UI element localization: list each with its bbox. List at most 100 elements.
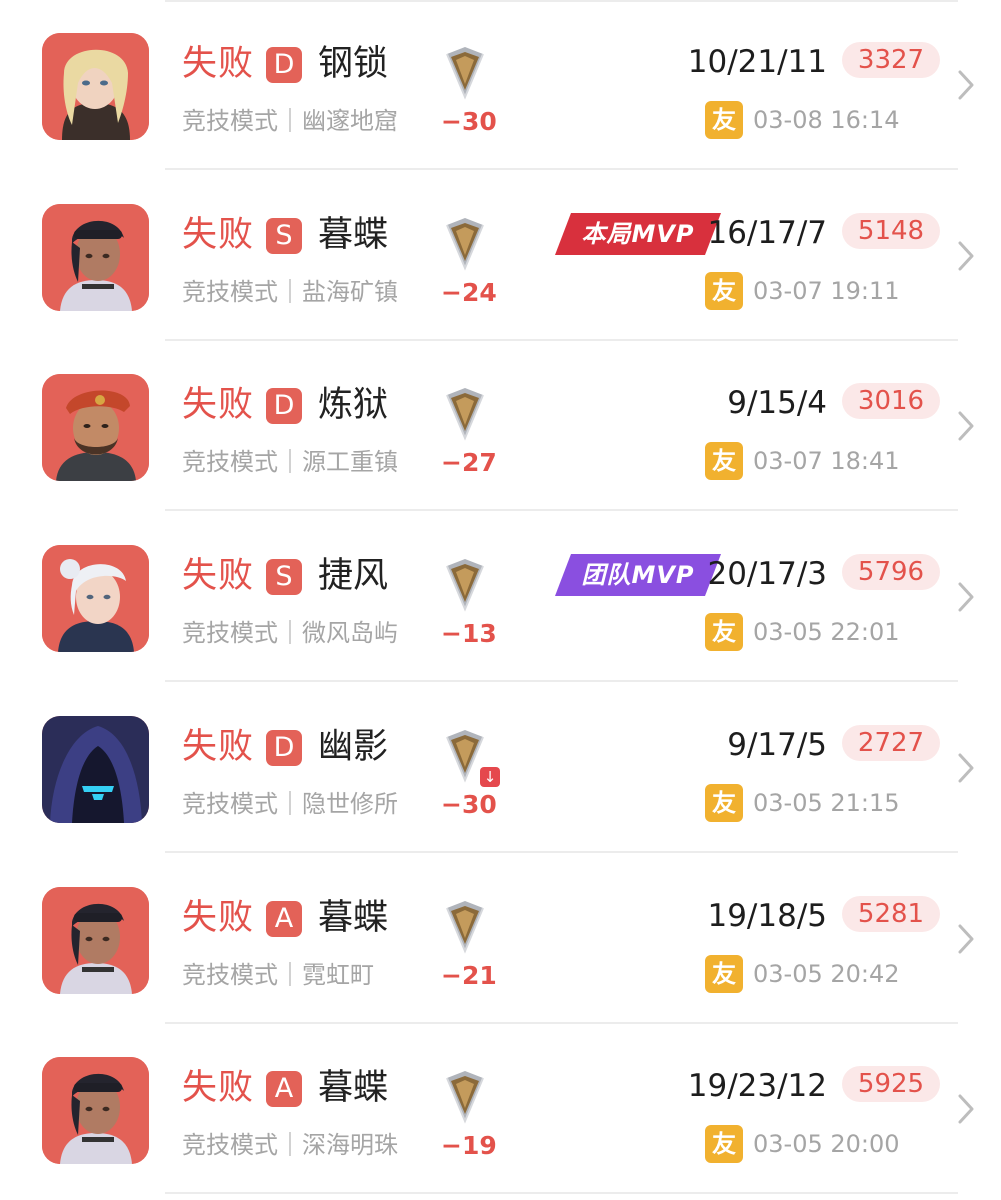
friend-badge: 友 <box>705 271 743 310</box>
match-row[interactable]: 失败 S 捷风竞技模式｜微风岛屿 −13 团队MVP 20/17/3 5796 友 03-05 … <box>0 512 1001 683</box>
grade-badge: S <box>266 217 302 254</box>
agent-avatar <box>42 545 149 653</box>
friend-badge: 友 <box>705 783 743 822</box>
kda: 19/23/12 <box>687 1068 827 1105</box>
chevron-right-icon[interactable] <box>956 239 976 273</box>
rank-delta: −30 <box>441 789 497 819</box>
score-badge: 2727 <box>842 724 940 761</box>
chevron-right-icon[interactable] <box>956 409 976 443</box>
chevron-right-icon[interactable] <box>956 580 976 614</box>
friend-badge: 友 <box>705 613 743 652</box>
row-divider <box>165 168 958 170</box>
kda: 9/17/5 <box>727 726 827 763</box>
match-time: 03-07 19:11 <box>753 276 900 305</box>
kda: 20/17/3 <box>707 556 827 593</box>
score-badge: 3327 <box>842 42 940 78</box>
rank-delta: −21 <box>441 960 497 990</box>
match-time: 03-08 16:14 <box>753 106 900 134</box>
kda: 9/15/4 <box>727 385 827 422</box>
match-result: 失败 <box>182 214 255 255</box>
kda: 16/17/7 <box>707 214 827 251</box>
chevron-right-icon[interactable] <box>956 68 976 102</box>
match-time: 03-05 22:01 <box>753 618 900 647</box>
score-badge: 5281 <box>842 895 940 932</box>
rank-delta: −19 <box>441 1131 497 1161</box>
match-row[interactable]: 失败 D 炼狱 竞技模式｜源工重镇 −27 9/15/4 3016 友 03-07 18:41 <box>0 341 1001 512</box>
kda: 19/18/5 <box>707 897 827 934</box>
rank-badge-icon <box>441 44 489 100</box>
grade-badge: D <box>266 729 302 766</box>
mvp-badge: 团队MVP <box>553 552 723 598</box>
mode-map: 竞技模式｜深海明珠 <box>182 1131 398 1160</box>
mode-map: 竞技模式｜霓虹町 <box>182 960 374 989</box>
mode-map: 竞技模式｜盐海矿镇 <box>182 277 398 306</box>
match-result: 失败 <box>182 1068 255 1109</box>
agent-avatar <box>42 886 149 994</box>
agent-name: 暮蝶 <box>318 1068 389 1109</box>
agent-name: 暮蝶 <box>318 214 389 255</box>
match-time: 03-07 18:41 <box>753 447 900 476</box>
agent-name: 钢锁 <box>318 44 389 84</box>
rank-badge-icon <box>441 556 489 612</box>
rank-delta: −27 <box>441 448 497 478</box>
score-badge: 5796 <box>842 554 940 591</box>
score-badge: 5148 <box>842 212 940 249</box>
agent-avatar <box>42 33 149 140</box>
chevron-right-icon[interactable] <box>956 1092 976 1126</box>
friend-badge: 友 <box>705 954 743 993</box>
score-badge: 5925 <box>842 1066 940 1103</box>
rank-delta: −30 <box>441 107 497 136</box>
friend-badge: 友 <box>705 442 743 481</box>
mode-map: 竞技模式｜微风岛屿 <box>182 619 398 648</box>
row-divider <box>165 1021 958 1024</box>
rank-badge-icon <box>441 1068 489 1124</box>
score-badge: 3016 <box>842 383 940 420</box>
grade-badge: S <box>266 559 302 596</box>
kda: 10/21/11 <box>687 44 827 80</box>
match-row[interactable]: 失败 S 暮蝶竞技模式｜盐海矿镇 −24 本局MVP 16/17/7 5148 友 03-07 … <box>0 171 1001 341</box>
rank-delta: −13 <box>441 619 497 649</box>
rank-badge-icon <box>441 215 489 271</box>
mode-map: 竞技模式｜幽邃地窟 <box>182 107 398 135</box>
match-row[interactable]: 失败 A 暮蝶竞技模式｜深海明珠 −19 19/23/12 5925 友 03-05 20:0… <box>0 1024 1001 1195</box>
match-result: 失败 <box>182 385 255 426</box>
mvp-label: 团队MVP <box>581 561 695 590</box>
chevron-right-icon[interactable] <box>956 751 976 785</box>
agent-avatar <box>42 374 149 482</box>
rank-badge-icon <box>441 385 489 441</box>
mvp-label: 本局MVP <box>581 219 695 248</box>
agent-name: 暮蝶 <box>318 897 389 938</box>
match-time: 03-05 20:42 <box>753 959 900 988</box>
agent-name: 炼狱 <box>318 385 389 426</box>
row-divider <box>165 509 958 512</box>
match-row[interactable]: 失败 D 钢锁竞技模式｜幽邃地窟 −30 10/21/11 3327 友 03-08 16:1… <box>0 0 1001 170</box>
grade-badge: D <box>266 388 302 425</box>
rank-badge-icon <box>441 898 489 954</box>
row-divider <box>165 850 958 853</box>
agent-name: 幽影 <box>318 726 389 767</box>
grade-badge: A <box>266 1071 302 1108</box>
agent-avatar <box>42 715 149 823</box>
rank-down-icon: ↓ <box>480 766 500 787</box>
chevron-right-icon[interactable] <box>956 922 976 956</box>
friend-badge: 友 <box>705 1125 743 1164</box>
match-row[interactable]: 失败 A 暮蝶竞技模式｜霓虹町 −21 19/18/5 5281 友 03-05 20:42 <box>0 854 1001 1024</box>
mode-map: 竞技模式｜隐世修所 <box>182 789 398 818</box>
friend-badge: 友 <box>705 101 743 139</box>
match-time: 03-05 21:15 <box>753 788 900 817</box>
agent-avatar <box>42 203 149 311</box>
grade-badge: D <box>266 47 302 83</box>
rank-delta: −24 <box>441 277 497 307</box>
match-time: 03-05 20:00 <box>753 1130 900 1159</box>
agent-name: 捷风 <box>318 556 389 597</box>
row-divider <box>165 1192 958 1195</box>
grade-badge: A <box>266 900 302 937</box>
row-divider <box>165 680 958 683</box>
match-result: 失败 <box>182 897 255 938</box>
match-row[interactable]: 失败 D 幽影竞技模式｜隐世修所 ↓ −30 9/17/5 2727 友 03-05 21:15 <box>0 683 1001 853</box>
mvp-badge: 本局MVP <box>553 211 723 257</box>
match-result: 失败 <box>182 726 255 767</box>
match-result: 失败 <box>182 44 255 84</box>
agent-avatar <box>42 1057 149 1165</box>
match-result: 失败 <box>182 556 255 597</box>
